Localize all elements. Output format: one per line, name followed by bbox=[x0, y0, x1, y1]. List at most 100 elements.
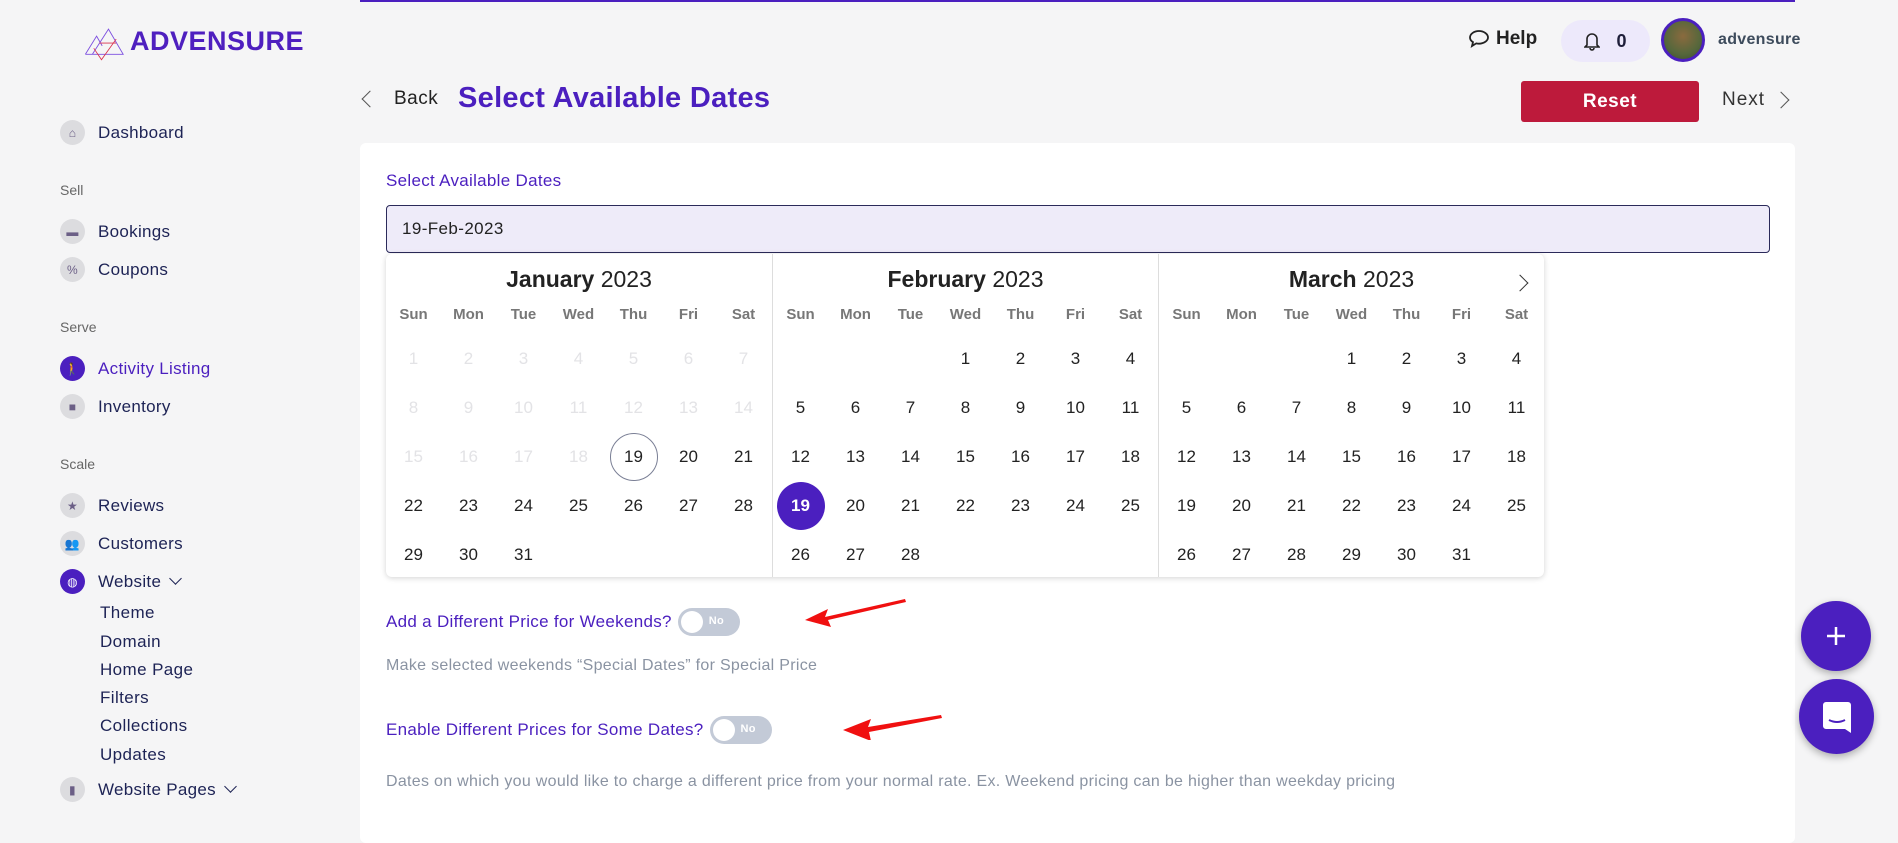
day-cell[interactable]: 25 bbox=[1103, 481, 1158, 530]
sidebar-item-reviews[interactable]: ★ Reviews bbox=[60, 493, 164, 518]
sidebar-subitem-domain[interactable]: Domain bbox=[100, 632, 161, 652]
day-cell[interactable]: 1 bbox=[938, 334, 993, 383]
special-dates-toggle[interactable]: No bbox=[709, 716, 772, 744]
day-cell[interactable]: 21 bbox=[1269, 481, 1324, 530]
dates-input[interactable]: 19-Feb-2023 bbox=[386, 205, 1770, 253]
day-cell[interactable]: 2 bbox=[993, 334, 1048, 383]
day-cell[interactable]: 19 bbox=[606, 432, 661, 481]
day-cell[interactable]: 12 bbox=[1159, 432, 1214, 481]
day-cell[interactable]: 18 bbox=[1103, 432, 1158, 481]
day-cell[interactable]: 30 bbox=[441, 530, 496, 579]
back-button[interactable]: Back bbox=[361, 88, 438, 110]
day-cell[interactable]: 4 bbox=[1103, 334, 1158, 383]
day-cell[interactable]: 19 bbox=[1159, 481, 1214, 530]
sidebar-item-customers[interactable]: 👥 Customers bbox=[60, 531, 183, 556]
sidebar-item-coupons[interactable]: % Coupons bbox=[60, 257, 168, 282]
day-cell[interactable]: 31 bbox=[496, 530, 551, 579]
day-cell[interactable]: 17 bbox=[1048, 432, 1103, 481]
day-cell[interactable]: 23 bbox=[1379, 481, 1434, 530]
day-cell[interactable]: 6 bbox=[828, 383, 883, 432]
day-cell[interactable]: 11 bbox=[1103, 383, 1158, 432]
day-cell[interactable]: 5 bbox=[1159, 383, 1214, 432]
day-cell[interactable]: 25 bbox=[551, 481, 606, 530]
day-cell[interactable]: 9 bbox=[993, 383, 1048, 432]
day-cell[interactable]: 24 bbox=[496, 481, 551, 530]
day-cell[interactable]: 21 bbox=[716, 432, 771, 481]
day-cell[interactable]: 21 bbox=[883, 481, 938, 530]
day-cell[interactable]: 24 bbox=[1048, 481, 1103, 530]
day-cell[interactable]: 3 bbox=[1048, 334, 1103, 383]
day-cell[interactable]: 20 bbox=[661, 432, 716, 481]
day-cell[interactable]: 22 bbox=[1324, 481, 1379, 530]
selected-day[interactable]: 19 bbox=[773, 481, 828, 530]
day-cell[interactable]: 27 bbox=[828, 530, 883, 579]
next-button[interactable]: Next bbox=[1722, 89, 1790, 111]
help-button[interactable]: Help bbox=[1468, 28, 1537, 50]
day-cell[interactable]: 28 bbox=[716, 481, 771, 530]
sidebar-subitem-theme[interactable]: Theme bbox=[100, 603, 155, 623]
day-cell[interactable]: 17 bbox=[1434, 432, 1489, 481]
day-cell[interactable]: 26 bbox=[606, 481, 661, 530]
day-cell[interactable]: 29 bbox=[1324, 530, 1379, 579]
day-cell[interactable]: 13 bbox=[1214, 432, 1269, 481]
day-cell[interactable]: 30 bbox=[1379, 530, 1434, 579]
add-button[interactable] bbox=[1801, 601, 1871, 671]
sidebar-subitem-filters[interactable]: Filters bbox=[100, 688, 149, 708]
day-cell[interactable]: 26 bbox=[773, 530, 828, 579]
day-cell[interactable]: 22 bbox=[386, 481, 441, 530]
day-cell[interactable]: 5 bbox=[773, 383, 828, 432]
day-cell[interactable]: 1 bbox=[1324, 334, 1379, 383]
day-cell[interactable]: 9 bbox=[1379, 383, 1434, 432]
day-cell[interactable]: 15 bbox=[1324, 432, 1379, 481]
day-cell[interactable]: 28 bbox=[883, 530, 938, 579]
day-cell[interactable]: 24 bbox=[1434, 481, 1489, 530]
day-cell[interactable]: 22 bbox=[938, 481, 993, 530]
day-cell[interactable]: 7 bbox=[883, 383, 938, 432]
day-cell[interactable]: 10 bbox=[1434, 383, 1489, 432]
day-cell[interactable]: 8 bbox=[1324, 383, 1379, 432]
day-cell[interactable]: 20 bbox=[1214, 481, 1269, 530]
day-cell[interactable]: 13 bbox=[828, 432, 883, 481]
day-cell[interactable]: 4 bbox=[1489, 334, 1544, 383]
notifications-button[interactable]: 0 bbox=[1561, 20, 1650, 62]
sidebar-subitem-collections[interactable]: Collections bbox=[100, 716, 188, 736]
day-cell[interactable]: 25 bbox=[1489, 481, 1544, 530]
day-cell[interactable]: 23 bbox=[441, 481, 496, 530]
logo[interactable]: ADVENSURE bbox=[84, 12, 304, 70]
day-cell[interactable]: 28 bbox=[1269, 530, 1324, 579]
day-cell[interactable]: 14 bbox=[1269, 432, 1324, 481]
reset-button[interactable]: Reset bbox=[1521, 81, 1699, 122]
day-cell[interactable]: 27 bbox=[661, 481, 716, 530]
day-cell[interactable]: 3 bbox=[1434, 334, 1489, 383]
day-cell[interactable]: 10 bbox=[1048, 383, 1103, 432]
day-cell[interactable]: 20 bbox=[828, 481, 883, 530]
chat-support-button[interactable] bbox=[1799, 679, 1874, 754]
day-cell[interactable]: 11 bbox=[1489, 383, 1544, 432]
day-cell[interactable]: 7 bbox=[1269, 383, 1324, 432]
sidebar-subitem-updates[interactable]: Updates bbox=[100, 745, 166, 765]
weekend-price-toggle[interactable]: No bbox=[677, 608, 740, 636]
day-cell[interactable]: 26 bbox=[1159, 530, 1214, 579]
sidebar-item-activity-listing[interactable]: 🚶 Activity Listing bbox=[60, 356, 211, 381]
sidebar-item-inventory[interactable]: ■ Inventory bbox=[60, 394, 171, 419]
day-cell[interactable]: 8 bbox=[938, 383, 993, 432]
day-cell[interactable]: 18 bbox=[1489, 432, 1544, 481]
day-cell[interactable]: 14 bbox=[883, 432, 938, 481]
day-cell[interactable]: 16 bbox=[1379, 432, 1434, 481]
avatar[interactable] bbox=[1661, 18, 1705, 62]
day-cell[interactable]: 16 bbox=[993, 432, 1048, 481]
day-cell[interactable]: 6 bbox=[1214, 383, 1269, 432]
day-cell[interactable]: 31 bbox=[1434, 530, 1489, 579]
sidebar-item-website[interactable]: ◍ Website bbox=[60, 569, 183, 594]
sidebar-item-bookings[interactable]: ▬ Bookings bbox=[60, 219, 170, 244]
day-cell[interactable]: 2 bbox=[1379, 334, 1434, 383]
day-cell[interactable]: 23 bbox=[993, 481, 1048, 530]
sidebar-item-dashboard[interactable]: ⌂ Dashboard bbox=[60, 120, 184, 145]
day-cell[interactable]: 29 bbox=[386, 530, 441, 579]
sidebar-item-website-pages[interactable]: ▮ Website Pages bbox=[60, 777, 237, 802]
day-cell[interactable]: 27 bbox=[1214, 530, 1269, 579]
username[interactable]: advensure bbox=[1718, 31, 1801, 49]
day-cell[interactable]: 12 bbox=[773, 432, 828, 481]
sidebar-subitem-home-page[interactable]: Home Page bbox=[100, 660, 193, 680]
day-cell[interactable]: 15 bbox=[938, 432, 993, 481]
